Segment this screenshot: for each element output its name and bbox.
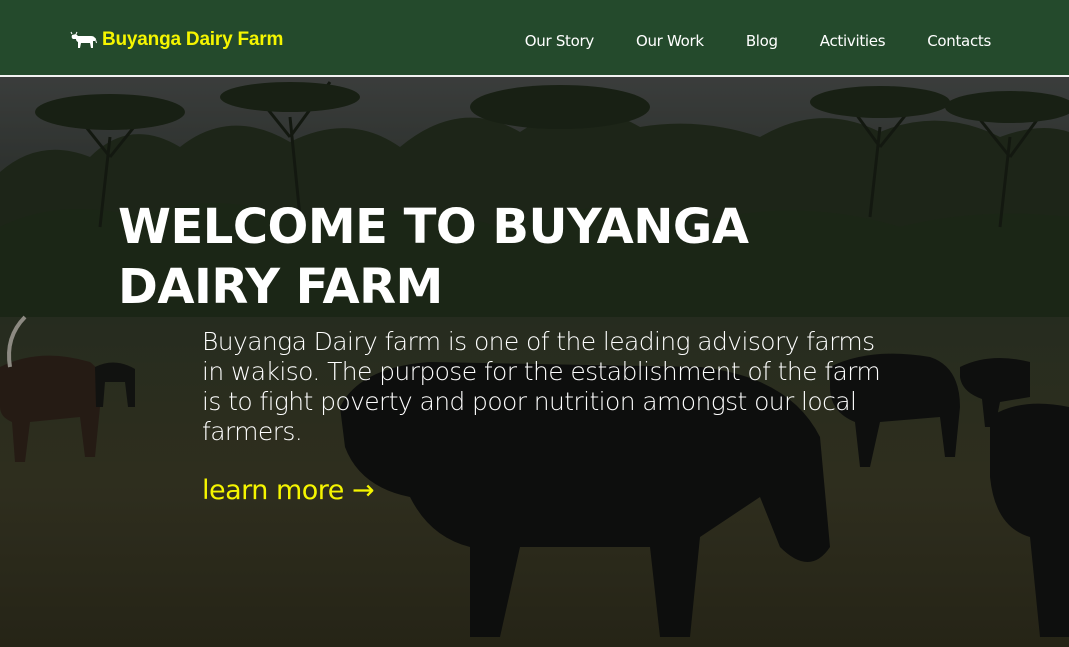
brand-logo-link[interactable]: Buyanga Dairy Farm xyxy=(70,29,283,51)
hero-title-line-1: WELCOME TO BUYANGA xyxy=(118,199,749,255)
site-header: Buyanga Dairy Farm Our Story Our Work Bl… xyxy=(0,0,1069,77)
page: Buyanga Dairy Farm Our Story Our Work Bl… xyxy=(0,0,1069,647)
nav-our-story[interactable]: Our Story xyxy=(525,32,594,50)
nav-activities[interactable]: Activities xyxy=(820,32,886,50)
hero-description: Buyanga Dairy farm is one of the leading… xyxy=(202,327,881,446)
brand-name: Buyanga Dairy Farm xyxy=(102,29,284,50)
nav-our-work[interactable]: Our Work xyxy=(636,32,704,50)
main-nav: Our Story Our Work Blog Activities Conta… xyxy=(525,32,992,50)
hero-title: WELCOME TO BUYANGA DAIRY FARM xyxy=(118,197,818,317)
learn-more-link[interactable]: learn more → xyxy=(202,475,375,506)
hero-title-line-2: DAIRY FARM xyxy=(118,259,443,315)
nav-blog[interactable]: Blog xyxy=(746,32,778,50)
hero-section: WELCOME TO BUYANGA DAIRY FARM Buyanga Da… xyxy=(0,77,1069,647)
cow-icon xyxy=(70,31,97,48)
nav-contacts[interactable]: Contacts xyxy=(927,32,991,50)
